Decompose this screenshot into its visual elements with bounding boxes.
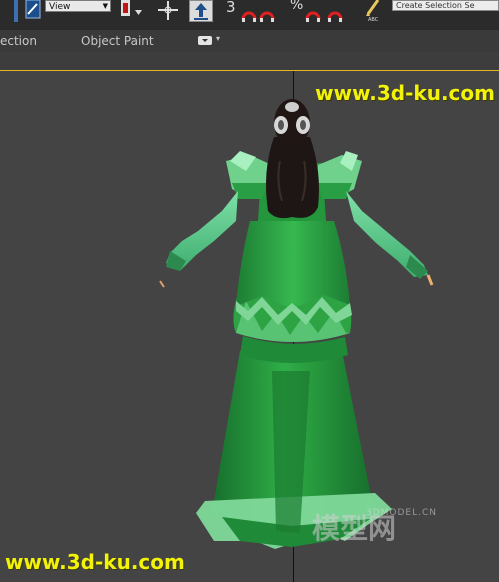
edit-named-selection-icon[interactable]: ABC <box>360 0 388 22</box>
reference-coordinate-value: View <box>49 2 71 12</box>
chevron-down-icon: ▼ <box>102 2 108 10</box>
keyboard-shortcut-override-icon[interactable] <box>189 0 213 22</box>
snap-magnet-icons[interactable] <box>241 4 281 24</box>
tab-object-paint[interactable]: Object Paint <box>81 34 154 48</box>
select-and-move-icon[interactable] <box>14 0 42 22</box>
perspective-viewport[interactable]: www.3d-ku.com 模型网 3DMODEL.CN www.3d-ku.c… <box>0 71 499 582</box>
watermark-bottom: www.3d-ku.com <box>5 550 185 574</box>
chevron-down-icon[interactable]: ▾ <box>216 34 220 43</box>
ribbon-tabs: ection Object Paint ▾ <box>0 30 499 53</box>
watermark-model-site-en: 3DMODEL.CN <box>366 508 438 518</box>
ribbon-panel <box>0 52 499 70</box>
spinner-snap-icons[interactable] <box>305 4 351 24</box>
select-and-manipulate-icon[interactable] <box>156 0 180 22</box>
ribbon-options-dropdown[interactable] <box>198 36 212 45</box>
snap-toggle-label[interactable]: 3 <box>226 0 238 20</box>
tab-selection[interactable]: ection <box>0 34 37 48</box>
percent-snap-label[interactable]: % <box>290 0 304 19</box>
pivot-center-icon[interactable] <box>119 0 145 22</box>
character-model <box>159 99 434 549</box>
svg-text:ABC: ABC <box>368 17 379 22</box>
main-toolbar: View ▼ 3 % ABC Create Selection Se <box>0 0 499 31</box>
watermark-top: www.3d-ku.com <box>315 81 495 105</box>
selection-set-input[interactable]: Create Selection Se <box>392 0 499 11</box>
reference-coordinate-dropdown[interactable]: View ▼ <box>45 0 111 12</box>
